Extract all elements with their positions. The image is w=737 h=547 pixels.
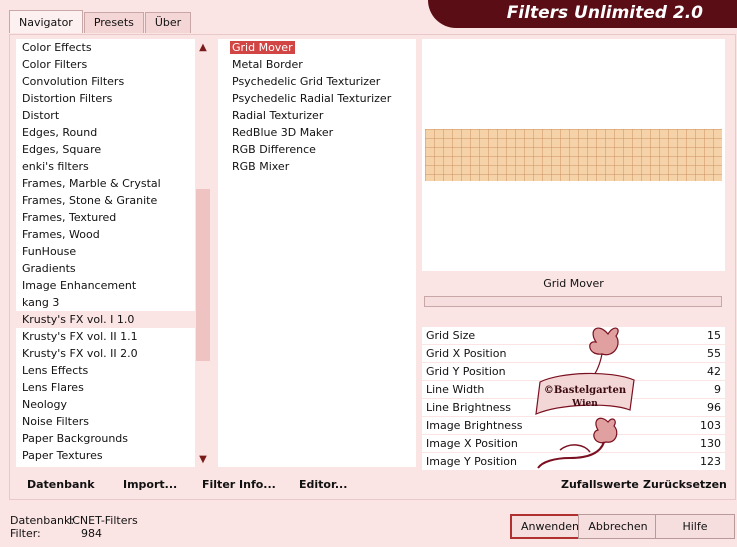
cancel-button[interactable]: Abbrechen: [578, 514, 658, 539]
param-row[interactable]: Grid X Position 55: [422, 345, 725, 363]
scroll-thumb[interactable]: [196, 189, 210, 361]
param-value[interactable]: 9: [714, 381, 721, 398]
param-panel-bar: [424, 296, 722, 307]
category-item[interactable]: Color Effects: [16, 39, 211, 56]
category-scrollbar[interactable]: ▲ ▼: [195, 39, 211, 467]
param-label: Image Y Position: [426, 455, 517, 468]
category-list[interactable]: Color Effects Color Filters Convolution Fi…: [16, 39, 211, 467]
param-row[interactable]: Image Brightness 103: [422, 417, 725, 435]
param-row[interactable]: Line Width 9: [422, 381, 725, 399]
category-item[interactable]: Image Enhancement: [16, 277, 211, 294]
status-info: Datenbank: ICNET-Filters Filter: 984: [10, 514, 138, 540]
category-item[interactable]: Distortion Filters: [16, 90, 211, 107]
filter-item-label: RedBlue 3D Maker: [232, 126, 334, 139]
param-row[interactable]: Grid Y Position 42: [422, 363, 725, 381]
zuruecksetzen-button[interactable]: Zurücksetzen: [643, 478, 727, 491]
tab-ueber[interactable]: Über: [144, 12, 192, 33]
editor-button[interactable]: Editor...: [299, 478, 347, 491]
filter-item-label: Psychedelic Radial Texturizer: [232, 92, 392, 105]
filter-item[interactable]: RGB Difference: [218, 141, 416, 158]
param-label: Grid Y Position: [426, 365, 506, 378]
category-item[interactable]: Krusty's FX vol. II 1.1: [16, 328, 211, 345]
filter-item[interactable]: Grid Mover: [218, 39, 416, 56]
category-item[interactable]: Edges, Round: [16, 124, 211, 141]
param-value[interactable]: 42: [707, 363, 721, 380]
category-item[interactable]: FunHouse: [16, 243, 211, 260]
help-button[interactable]: Hilfe: [655, 514, 735, 539]
category-item[interactable]: Krusty's FX vol. II 2.0: [16, 345, 211, 362]
category-item[interactable]: Lens Flares: [16, 379, 211, 396]
category-item[interactable]: Edges, Square: [16, 141, 211, 158]
param-label: Image Brightness: [426, 419, 523, 432]
status-filter-label: Filter:: [10, 527, 41, 540]
category-item[interactable]: Frames, Stone & Granite: [16, 192, 211, 209]
filter-item-label: Grid Mover: [229, 40, 296, 55]
param-value[interactable]: 103: [700, 417, 721, 434]
filter-item[interactable]: Metal Border: [218, 56, 416, 73]
filter-item-label: Radial Texturizer: [232, 109, 324, 122]
zufallswerte-button[interactable]: Zufallswerte: [561, 478, 639, 491]
filter-info-button[interactable]: Filter Info...: [202, 478, 276, 491]
tab-navigator[interactable]: Navigator: [9, 10, 83, 33]
param-value[interactable]: 96: [707, 399, 721, 416]
param-value[interactable]: 130: [700, 435, 721, 452]
datenbank-button[interactable]: Datenbank: [27, 478, 95, 491]
import-button[interactable]: Import...: [123, 478, 177, 491]
param-value[interactable]: 55: [707, 345, 721, 362]
category-item[interactable]: Convolution Filters: [16, 73, 211, 90]
category-item[interactable]: Neology: [16, 396, 211, 413]
tab-bar: Navigator Presets Über: [9, 10, 192, 34]
filter-item-label: Metal Border: [232, 58, 303, 71]
param-list: Grid Size 15 Grid X Position 55 Grid Y Posit…: [422, 327, 725, 471]
param-row[interactable]: Image X Position 130: [422, 435, 725, 453]
category-item[interactable]: Noise Filters: [16, 413, 211, 430]
category-item[interactable]: Paper Textures: [16, 447, 211, 464]
category-item[interactable]: kang 3: [16, 294, 211, 311]
preview-image: [425, 129, 722, 181]
scroll-up-icon[interactable]: ▲: [195, 41, 211, 55]
category-item[interactable]: Krusty's FX vol. I 1.0: [16, 311, 211, 328]
filter-item[interactable]: Psychedelic Grid Texturizer: [218, 73, 416, 90]
category-item[interactable]: Paper Backgrounds: [16, 430, 211, 447]
filter-item-label: Psychedelic Grid Texturizer: [232, 75, 381, 88]
status-datenbank-value: ICNET-Filters: [69, 514, 138, 527]
category-item[interactable]: Frames, Textured: [16, 209, 211, 226]
category-item[interactable]: Color Filters: [16, 56, 211, 73]
category-item[interactable]: Distort: [16, 107, 211, 124]
param-label: Line Width: [426, 383, 485, 396]
tab-presets[interactable]: Presets: [83, 12, 144, 33]
param-label: Line Brightness: [426, 401, 512, 414]
filter-item[interactable]: RedBlue 3D Maker: [218, 124, 416, 141]
param-value[interactable]: 15: [707, 327, 721, 344]
status-filter-value: 984: [81, 527, 102, 540]
filter-item[interactable]: RGB Mixer: [218, 158, 416, 175]
filter-item[interactable]: Psychedelic Radial Texturizer: [218, 90, 416, 107]
param-row[interactable]: Line Brightness 96: [422, 399, 725, 417]
param-panel-title: Grid Mover: [422, 273, 725, 295]
category-item[interactable]: Gradients: [16, 260, 211, 277]
status-datenbank-label: Datenbank:: [10, 514, 75, 527]
app-title: Filters Unlimited 2.0: [506, 3, 703, 23]
param-label: Grid X Position: [426, 347, 507, 360]
category-item[interactable]: Lens Effects: [16, 362, 211, 379]
scroll-down-icon[interactable]: ▼: [195, 453, 211, 467]
filter-item-label: RGB Mixer: [232, 160, 290, 173]
category-item[interactable]: enki's filters: [16, 158, 211, 175]
filter-item-label: RGB Difference: [232, 143, 316, 156]
category-item[interactable]: Frames, Marble & Crystal: [16, 175, 211, 192]
preview-area: [422, 39, 725, 271]
filter-list[interactable]: Grid Mover Metal Border Psychedelic Grid T…: [218, 39, 416, 467]
title-banner: Filters Unlimited 2.0: [428, 0, 737, 28]
param-row[interactable]: Grid Size 15: [422, 327, 725, 345]
param-value[interactable]: 123: [700, 453, 721, 470]
filter-item[interactable]: Radial Texturizer: [218, 107, 416, 124]
param-label: Grid Size: [426, 329, 476, 342]
param-row[interactable]: Image Y Position 123: [422, 453, 725, 471]
param-label: Image X Position: [426, 437, 518, 450]
category-item[interactable]: Frames, Wood: [16, 226, 211, 243]
